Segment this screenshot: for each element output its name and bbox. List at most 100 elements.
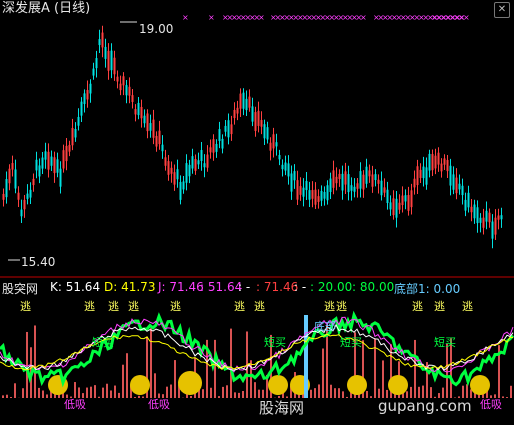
candle-body [257, 110, 260, 126]
candle-body [200, 150, 203, 161]
candle-body [179, 182, 182, 200]
indicator-bar [466, 384, 468, 398]
candle-body [182, 181, 185, 190]
low-price-label: 15.40 [21, 255, 56, 269]
face-marker [130, 375, 150, 395]
green-line [0, 310, 514, 388]
candle-body [152, 119, 155, 138]
indicator-bar [142, 396, 144, 398]
candle-body [452, 174, 455, 190]
short-buy-label: 短买 [434, 335, 456, 349]
window-title: 深发展A (日线) [2, 1, 91, 16]
candle-body [377, 179, 380, 184]
candle-body [476, 207, 479, 224]
candle-body [17, 192, 20, 200]
indicator-bar [310, 389, 312, 398]
candle-body [491, 221, 494, 239]
face-marker [347, 375, 367, 395]
candle-body [308, 190, 311, 200]
candle-body [245, 98, 248, 111]
candle-body [110, 50, 113, 71]
j-value: J: 71.46 [158, 280, 204, 294]
candle-body [317, 196, 320, 202]
price-candles [2, 25, 503, 249]
candle-body [212, 139, 215, 153]
candle-body [221, 138, 224, 149]
indicator-bar [122, 364, 124, 398]
candle-body [407, 195, 410, 211]
indicator-bar [322, 348, 324, 398]
candle-body [296, 180, 299, 200]
indicator-bar [78, 387, 80, 398]
candle-body [269, 142, 272, 151]
candle-body [320, 190, 323, 201]
indicator-bar [34, 325, 36, 398]
indicator-bar [22, 388, 24, 398]
value-2: : - [238, 280, 251, 294]
escape-label: 逃 [336, 300, 347, 313]
candle-body [329, 178, 332, 192]
candle-body [38, 165, 41, 177]
signal-marks-row: × × ××××××××× ××××××××××××××××××××× ××××××××… [182, 13, 470, 22]
candle-body [191, 156, 194, 169]
candle-body [485, 210, 488, 222]
indicator-bar [154, 373, 156, 398]
indicator-bar [314, 388, 316, 398]
candle-body [8, 168, 11, 184]
indicator-bar [90, 386, 92, 398]
candle-body [254, 112, 257, 131]
signal-mark: × [454, 13, 461, 22]
candle-body [68, 144, 71, 152]
candle-body [164, 157, 167, 166]
candle-body [80, 101, 83, 116]
candle-body [332, 170, 335, 188]
close-icon[interactable]: ✕ [494, 2, 510, 18]
candle-body [119, 83, 122, 91]
candle-body [104, 46, 107, 59]
indicator-bar [230, 328, 232, 398]
escape-label: 逃 [170, 300, 181, 313]
escape-label: 逃 [462, 300, 473, 313]
candle-body [290, 173, 293, 192]
candle-body [434, 155, 437, 169]
candle-body [59, 168, 62, 187]
candle-body [62, 150, 65, 169]
candle-body [125, 85, 128, 96]
indicator-bar [110, 390, 112, 398]
candle-body [260, 120, 263, 127]
candle-body [140, 106, 143, 119]
candle-body [494, 217, 497, 235]
candle-body [266, 127, 269, 140]
candle-body [275, 142, 278, 147]
indicator-bar [102, 387, 104, 398]
indicator-bar [342, 391, 344, 398]
indicator-bar [106, 383, 108, 398]
indicator-bar [174, 360, 176, 398]
candle-body [206, 154, 209, 168]
indicator-bar [134, 397, 136, 398]
candle-body [50, 156, 53, 166]
candle-body [425, 167, 428, 185]
candle-body [383, 187, 386, 193]
candle-body [443, 158, 446, 165]
candle-body [26, 193, 29, 199]
candle-body [356, 183, 359, 189]
indicator-bar [502, 396, 504, 398]
escape-label: 逃 [20, 300, 31, 313]
value-3: : 71.46 [256, 280, 299, 294]
candle-body [116, 76, 119, 82]
candle-body [194, 159, 197, 171]
candle-body [416, 166, 419, 186]
candle-body [146, 113, 149, 132]
candle-body [392, 198, 395, 216]
candle-body [23, 199, 26, 210]
escape-label: 逃 [412, 300, 423, 313]
candle-body [44, 151, 47, 160]
low-suck-label: 低吸 [480, 398, 502, 411]
candle-body [437, 152, 440, 165]
indicator-bar [94, 385, 96, 398]
indicator-bar [338, 388, 340, 398]
candle-body [149, 123, 152, 131]
signal-mark: × [258, 13, 265, 22]
indicator-bar [6, 394, 8, 398]
